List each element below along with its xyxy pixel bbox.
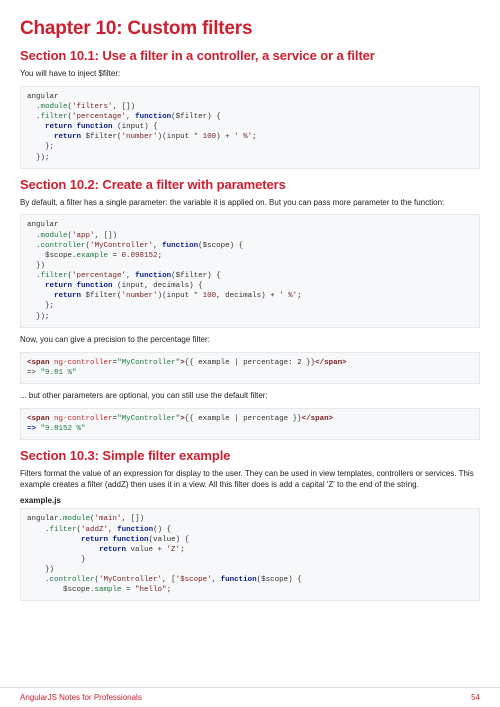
code-block-10-1: angular .module('filters', []) .filter('… [20, 86, 480, 169]
section-10-2-heading: Section 10.2: Create a filter with param… [20, 177, 480, 192]
code-block-10-2c: <span ng-controller="MyController">{{ ex… [20, 408, 480, 440]
page-footer: AngularJS Notes for Professionals 54 [0, 687, 500, 707]
section-10-1-intro: You will have to inject $filter: [20, 69, 480, 80]
chapter-title: Chapter 10: Custom filters [20, 18, 480, 40]
code-block-10-2a: angular .module('app', []) .controller('… [20, 214, 480, 327]
section-10-1-heading: Section 10.1: Use a filter in a controll… [20, 48, 480, 63]
section-10-2-after2: ... but other parameters are optional, y… [20, 391, 480, 402]
example-filename: example.js [20, 496, 480, 505]
code-block-10-3: angular.module('main', []) .filter('addZ… [20, 508, 480, 601]
footer-left: AngularJS Notes for Professionals [20, 693, 142, 702]
section-10-2-intro: By default, a filter has a single parame… [20, 198, 480, 209]
section-10-3-heading: Section 10.3: Simple filter example [20, 448, 480, 463]
section-10-2-after1: Now, you can give a precision to the per… [20, 335, 480, 346]
code-block-10-2b: <span ng-controller="MyController">{{ ex… [20, 352, 480, 384]
section-10-3-intro: Filters format the value of an expressio… [20, 469, 480, 491]
footer-page-number: 54 [471, 693, 480, 702]
